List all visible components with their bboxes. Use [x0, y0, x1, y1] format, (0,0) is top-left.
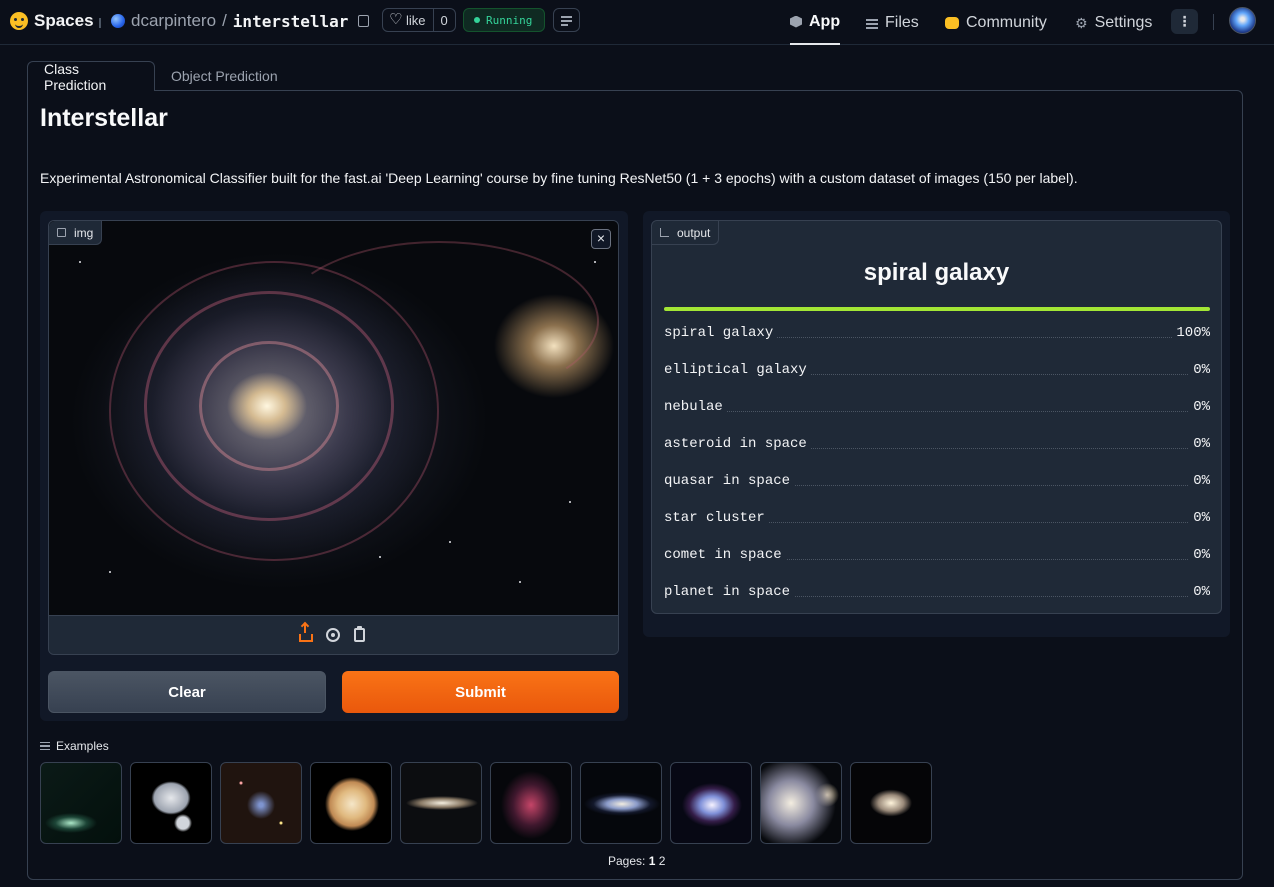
clipboard-icon[interactable]: [354, 626, 365, 642]
confidence-label: spiral galaxy: [664, 325, 778, 341]
example-thumbnail[interactable]: [850, 762, 932, 844]
top-prediction: spiral galaxy: [863, 259, 1010, 286]
copy-icon[interactable]: [358, 15, 369, 27]
examples-title: Examples: [56, 739, 109, 753]
nav-settings-label: Settings: [1094, 13, 1153, 31]
clear-button[interactable]: Clear: [48, 671, 326, 713]
webcam-icon[interactable]: [326, 628, 340, 642]
confidence-label: planet in space: [664, 584, 795, 600]
divider: [1213, 14, 1214, 30]
examples-header: Examples: [40, 739, 109, 753]
confidence-row: spiral galaxy 100%: [664, 307, 1210, 349]
logs-button[interactable]: [553, 8, 580, 32]
tab-class-prediction[interactable]: Class Prediction: [27, 61, 155, 93]
example-thumbnail[interactable]: [130, 762, 212, 844]
page-link-current[interactable]: 1: [649, 854, 656, 868]
status-text: Running: [486, 13, 533, 27]
confidence-value: 100%: [1172, 325, 1210, 341]
app-description: Experimental Astronomical Classifier bui…: [40, 170, 1078, 186]
spaces-logo-link[interactable]: Spaces: [10, 11, 94, 31]
top-bar: Spaces dcarpintero / interstellar like 0 R…: [0, 0, 1274, 45]
nav-files-label: Files: [885, 13, 919, 31]
image-icon: [57, 228, 66, 237]
chart-icon: [660, 228, 669, 237]
cube-icon: [790, 15, 802, 28]
spaces-label: Spaces: [34, 11, 94, 30]
list-icon: [40, 742, 50, 750]
like-count[interactable]: 0: [432, 9, 455, 31]
confidence-label: star cluster: [664, 510, 769, 526]
image-source-toolbar: [49, 615, 618, 654]
image-input-label: img: [49, 221, 103, 245]
confidence-value: 0%: [1189, 584, 1210, 600]
confidence-label: asteroid in space: [664, 436, 811, 452]
repo-owner-link[interactable]: dcarpintero: [131, 11, 216, 31]
gear-icon: ⚙: [1075, 14, 1088, 31]
example-thumbnail[interactable]: [760, 762, 842, 844]
more-options-button[interactable]: ⋮: [1171, 9, 1198, 34]
community-icon: [945, 16, 959, 29]
nav-community-label: Community: [966, 13, 1047, 31]
confidence-value: 0%: [1189, 473, 1210, 489]
nav-settings[interactable]: ⚙ Settings: [1075, 0, 1152, 45]
image-input[interactable]: img ×: [48, 220, 619, 655]
nav-community[interactable]: Community: [945, 0, 1047, 45]
divider: [99, 18, 101, 28]
status-dot-icon: [474, 17, 480, 23]
like-label: like: [406, 12, 426, 28]
nav-app-label: App: [809, 12, 841, 30]
image-input-label-text: img: [74, 225, 94, 240]
label-output: output spiral galaxy spiral galaxy 100% el…: [651, 220, 1222, 614]
nav-files[interactable]: Files: [866, 0, 919, 45]
confidence-row: comet in space 0%: [664, 547, 1210, 571]
tab-object-prediction[interactable]: Object Prediction: [155, 61, 294, 91]
example-thumbnail[interactable]: [400, 762, 482, 844]
confidence-row: elliptical galaxy 0%: [664, 362, 1210, 386]
example-thumbnail[interactable]: [670, 762, 752, 844]
breadcrumb-separator: /: [222, 11, 227, 30]
example-thumbnail[interactable]: [580, 762, 662, 844]
hugging-face-icon: [10, 12, 28, 30]
pages-label: Pages:: [608, 854, 646, 868]
output-label-text: output: [677, 225, 711, 240]
confidence-row: asteroid in space 0%: [664, 436, 1210, 460]
confidence-value: 0%: [1189, 362, 1210, 378]
confidence-value: 0%: [1189, 547, 1210, 563]
heart-icon: [389, 10, 402, 28]
page-title: Interstellar: [40, 104, 168, 132]
user-avatar[interactable]: [1229, 7, 1256, 34]
confidence-value: 0%: [1189, 436, 1210, 452]
confidence-value: 0%: [1189, 510, 1210, 526]
dotted-leader: [664, 411, 1210, 412]
example-thumbnail[interactable]: [490, 762, 572, 844]
confidence-label: comet in space: [664, 547, 786, 563]
status-badge[interactable]: Running: [463, 8, 545, 32]
confidence-value: 0%: [1189, 399, 1210, 415]
example-thumbnail[interactable]: [40, 762, 122, 844]
confidence-bar: [664, 307, 1210, 311]
pagination: Pages: 1 2: [608, 854, 665, 868]
confidence-row: nebulae 0%: [664, 399, 1210, 423]
confidence-row: quasar in space 0%: [664, 473, 1210, 497]
example-thumbnail[interactable]: [220, 762, 302, 844]
confidence-label: elliptical galaxy: [664, 362, 811, 378]
output-label: output: [652, 221, 720, 245]
nav-app[interactable]: App: [790, 0, 841, 45]
confidence-label: quasar in space: [664, 473, 795, 489]
globe-icon: [111, 14, 125, 28]
upload-icon[interactable]: [299, 624, 313, 642]
repo-breadcrumb: dcarpintero / interstellar: [111, 11, 348, 31]
example-thumbnail[interactable]: [310, 762, 392, 844]
submit-button[interactable]: Submit: [342, 671, 619, 713]
confidence-label: nebulae: [664, 399, 727, 415]
kebab-icon: ⋮: [1177, 13, 1192, 29]
page-link[interactable]: 2: [659, 854, 666, 868]
confidence-row: star cluster 0%: [664, 510, 1210, 534]
repo-name-link[interactable]: interstellar: [233, 12, 349, 31]
files-icon: [866, 17, 878, 29]
remove-image-button[interactable]: ×: [591, 229, 611, 249]
like-button[interactable]: like 0: [382, 8, 456, 32]
confidence-row: planet in space 0%: [664, 584, 1210, 608]
uploaded-image: [49, 221, 618, 615]
